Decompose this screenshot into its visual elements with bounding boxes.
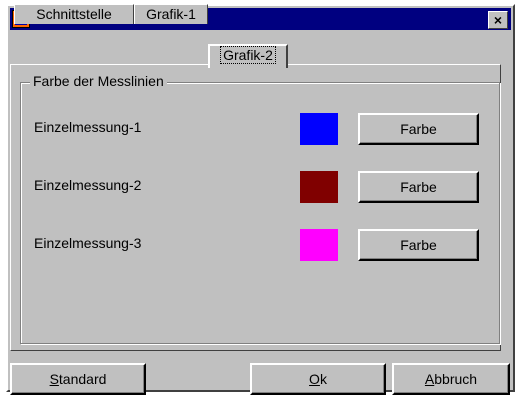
- abbruch-mnemonic: A: [424, 371, 435, 387]
- ok-label-rest: k: [319, 371, 327, 387]
- label-einzelmessung-2: Einzelmessung-2: [34, 177, 142, 193]
- farbe-button-einzelmessung-3[interactable]: Farbe: [358, 229, 479, 261]
- standard-button[interactable]: Standard: [10, 363, 146, 395]
- abbruch-label-rest: bbruch: [434, 371, 478, 387]
- color-swatch-einzelmessung-2: [300, 171, 338, 203]
- label-einzelmessung-1: Einzelmessung-1: [34, 119, 142, 135]
- groupbox-legend: Farbe der Messlinien: [30, 73, 167, 89]
- color-swatch-einzelmessung-3: [300, 229, 338, 261]
- tab-grafik-2[interactable]: Grafik-2: [208, 44, 288, 68]
- ok-button[interactable]: Ok: [250, 363, 386, 395]
- tab-label: Grafik-1: [146, 6, 196, 22]
- farbe-button-einzelmessung-1[interactable]: Farbe: [358, 113, 479, 145]
- label-einzelmessung-3: Einzelmessung-3: [34, 235, 142, 251]
- close-button[interactable]: ×: [488, 11, 508, 29]
- color-swatch-einzelmessung-1: [300, 113, 338, 145]
- tab-label: Grafik-2: [220, 46, 276, 64]
- standard-label-rest: tandard: [58, 371, 107, 387]
- abbruch-button[interactable]: Abbruch: [392, 363, 510, 395]
- tab-grafik-1[interactable]: Grafik-1: [134, 4, 208, 24]
- tab-schnittstelle[interactable]: Schnittstelle: [14, 4, 134, 24]
- farbe-button-einzelmessung-2[interactable]: Farbe: [358, 171, 479, 203]
- standard-mnemonic: S: [49, 371, 59, 387]
- ok-mnemonic: O: [309, 371, 320, 387]
- tab-label: Schnittstelle: [36, 6, 112, 22]
